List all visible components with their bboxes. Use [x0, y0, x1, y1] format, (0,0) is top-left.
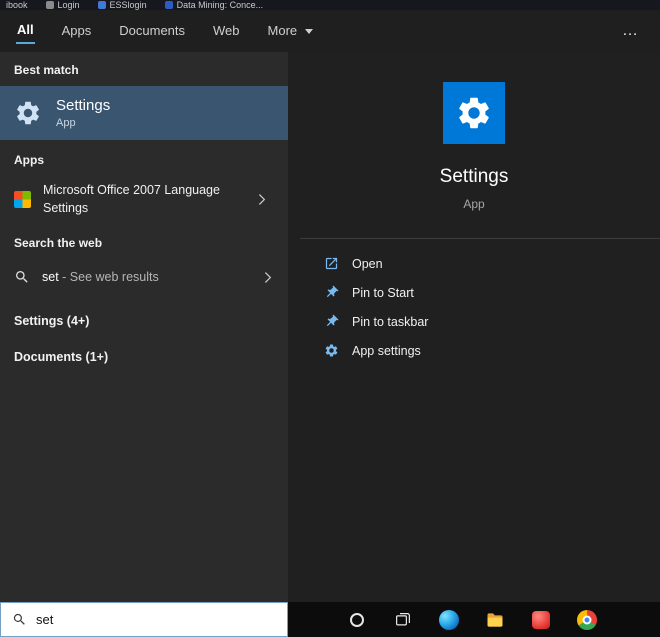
result-title: Microsoft Office 2007 Language Settings — [43, 183, 220, 215]
apps-header: Apps — [14, 153, 44, 167]
result-web-search[interactable]: set - See web results — [0, 259, 288, 295]
pinned-app-icon — [532, 610, 550, 629]
gear-icon — [14, 99, 42, 127]
favicon-icon — [45, 1, 54, 9]
bookmark-label: ESSlogin — [109, 0, 147, 10]
result-title: set - See web results — [42, 270, 247, 284]
search-icon — [14, 269, 30, 285]
bookmark-label: Data Mining: Conce... — [176, 0, 264, 10]
settings-app-tile — [443, 82, 505, 144]
result-office-language-settings[interactable]: Microsoft Office 2007 Language Settings — [0, 176, 288, 223]
web-suffix: - See web results — [58, 270, 159, 284]
file-explorer-button[interactable] — [484, 609, 506, 631]
task-view-icon — [394, 611, 412, 629]
task-view-button[interactable] — [392, 609, 414, 631]
result-subtitle: App — [56, 117, 76, 129]
edge-icon — [439, 609, 459, 630]
preview-app-type: App — [463, 197, 485, 211]
gear-icon — [455, 94, 493, 132]
bookmark-item[interactable]: ESSlogin — [97, 0, 147, 10]
bookmark-item[interactable]: Data Mining: Conce... — [164, 0, 264, 10]
more-options-button[interactable]: … — [622, 23, 640, 39]
chrome-center-dot — [582, 615, 592, 624]
chrome-icon — [577, 609, 597, 630]
divider — [300, 238, 660, 239]
result-groups: Settings (4+) Documents (1+) — [0, 303, 288, 375]
search-the-web-header: Search the web — [14, 236, 103, 250]
chrome-button[interactable] — [576, 609, 598, 631]
search-flyout: All Apps Documents Web More … Best match… — [0, 10, 660, 602]
taskbar-search-box[interactable] — [0, 602, 288, 637]
file-explorer-icon — [485, 610, 505, 630]
browser-bookmarks-bar: ibook Login ESSlogin Data Mining: Conce.… — [0, 0, 660, 10]
search-filter-tabbar: All Apps Documents Web More … — [0, 10, 660, 52]
windows-search-screen: ibook Login ESSlogin Data Mining: Conce.… — [0, 0, 660, 637]
pinned-app-button[interactable] — [530, 609, 552, 631]
action-pin-to-start[interactable]: Pin to Start — [288, 278, 660, 307]
taskbar-icons — [288, 602, 660, 637]
group-documents[interactable]: Documents (1+) — [0, 339, 288, 375]
cortana-icon — [350, 612, 364, 627]
result-title: Settings — [56, 97, 111, 114]
tab-label: Apps — [61, 23, 92, 38]
bookmark-item[interactable]: Login — [45, 0, 80, 10]
chevron-right-icon — [259, 269, 276, 286]
tab-apps[interactable]: Apps — [48, 10, 106, 52]
bookmark-label: Login — [57, 0, 80, 10]
tab-label: All — [16, 18, 35, 44]
cortana-button[interactable] — [346, 609, 368, 631]
search-results-area: Best match Settings App Apps Microsoft O… — [0, 52, 660, 602]
chevron-down-icon — [305, 28, 314, 34]
action-open[interactable]: Open — [288, 249, 660, 278]
chevron-right-icon — [253, 191, 270, 208]
action-label: Pin to taskbar — [352, 314, 429, 329]
tab-label: Documents — [119, 23, 186, 38]
action-app-settings[interactable]: App settings — [288, 336, 660, 365]
bookmark-item[interactable]: ibook — [6, 0, 28, 10]
favicon-icon — [164, 1, 173, 9]
web-query: set — [42, 270, 59, 284]
action-label: App settings — [352, 343, 421, 358]
action-label: Pin to Start — [352, 285, 414, 300]
search-icon — [12, 612, 27, 627]
pin-icon — [321, 311, 342, 332]
tab-web[interactable]: Web — [199, 10, 254, 52]
best-match-text: Settings App — [56, 97, 110, 129]
open-icon — [324, 256, 339, 271]
bookmark-label: ibook — [6, 0, 28, 10]
taskbar — [0, 602, 660, 637]
tab-label: Web — [213, 23, 240, 38]
action-label: Open — [352, 256, 383, 271]
tab-all[interactable]: All — [14, 10, 48, 52]
edge-button[interactable] — [438, 609, 460, 631]
gear-icon — [324, 343, 339, 358]
favicon-icon — [97, 1, 106, 9]
action-pin-to-taskbar[interactable]: Pin to taskbar — [288, 307, 660, 336]
best-match-header: Best match — [14, 63, 79, 77]
pin-icon — [321, 282, 342, 303]
office-language-icon — [14, 191, 31, 208]
tab-label: More — [267, 23, 298, 38]
best-match-result-settings[interactable]: Settings App — [0, 86, 288, 140]
results-panel: Best match Settings App Apps Microsoft O… — [0, 52, 288, 602]
group-settings[interactable]: Settings (4+) — [0, 303, 288, 339]
preview-panel: Settings App Open Pin to Start Pin to ta… — [288, 52, 660, 602]
search-input[interactable] — [36, 612, 276, 627]
tab-documents[interactable]: Documents — [105, 10, 199, 52]
preview-app-name: Settings — [439, 166, 509, 187]
tab-more[interactable]: More — [254, 10, 327, 52]
